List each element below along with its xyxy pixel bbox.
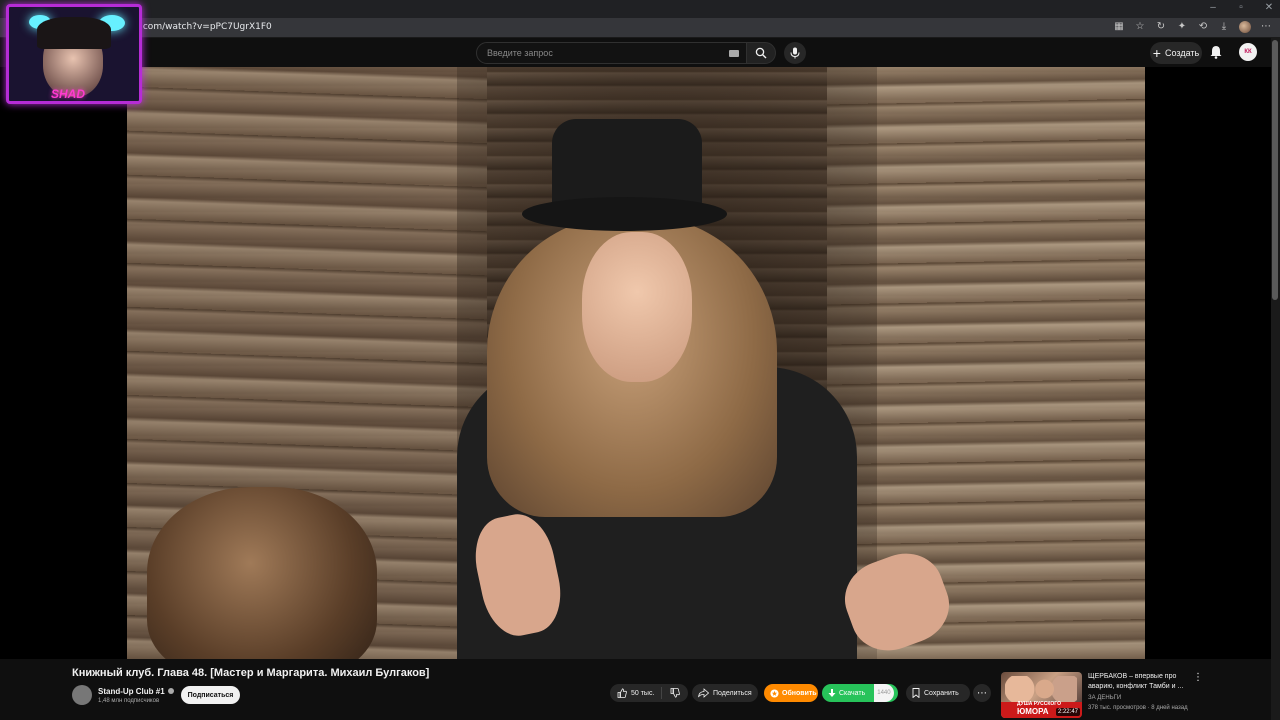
verified-icon xyxy=(167,688,174,694)
skull-prop xyxy=(147,487,377,659)
bookmark-icon xyxy=(912,688,920,698)
update-star-icon xyxy=(770,688,779,698)
recommendation-title[interactable]: ЩЕРБАКОВ – впервые про аварию, конфликт … xyxy=(1088,672,1190,692)
like-count: 50 тыс. xyxy=(631,689,655,697)
close-window-button[interactable]: ✕ xyxy=(1264,2,1274,13)
person-face xyxy=(582,232,692,382)
search-button[interactable] xyxy=(746,42,776,64)
more-icon: ⋯ xyxy=(977,687,987,699)
plus-icon: + xyxy=(1152,45,1161,61)
save-button[interactable]: Сохранить xyxy=(906,684,970,702)
thumbs-down-icon xyxy=(670,688,680,698)
subscribe-button[interactable]: Подписаться xyxy=(181,686,240,704)
share-button[interactable]: Поделиться xyxy=(692,684,758,702)
thumbnail-caption-line2: ЮМОРА xyxy=(1017,707,1049,716)
refresh-icon[interactable]: ↻ xyxy=(1155,21,1167,33)
scrollbar-thumb[interactable] xyxy=(1272,40,1278,300)
streamer-logo: SHAD xyxy=(51,87,86,101)
video-info-panel: Книжный клуб. Глава 48. [Мастер и Маргар… xyxy=(0,659,1271,720)
window-controls: – ▫ ✕ xyxy=(1208,2,1274,13)
download-count: 1440 xyxy=(874,684,894,702)
hat-brim xyxy=(522,197,727,231)
channel-name[interactable]: Stand-Up Club #1 xyxy=(98,687,165,696)
video-title: Книжный клуб. Глава 48. [Мастер и Маргар… xyxy=(72,667,430,679)
notifications-button[interactable] xyxy=(1210,45,1222,59)
user-avatar[interactable]: КК xyxy=(1239,43,1257,61)
dislike-button[interactable] xyxy=(662,688,688,698)
recommendation-channel[interactable]: ЗА ДЕНЬГИ xyxy=(1088,695,1121,701)
update-label: Обновить xyxy=(782,689,817,697)
recommendation-thumbnail[interactable]: ДУША РУССКОГО ЮМОРА 2:22:47 xyxy=(1001,672,1082,718)
download-label: Скачать xyxy=(839,689,866,697)
video-frame[interactable] xyxy=(127,67,1145,659)
site-header: Введите запрос + Создать КК xyxy=(0,38,1280,67)
streamer-hair xyxy=(37,17,111,49)
address-bar[interactable]: .com/watch?v=pPC7UgrX1F0 ▦ ☆ ↻ ✦ ⟲ ⤓ ⋯ xyxy=(0,18,1280,38)
history-icon[interactable]: ⟲ xyxy=(1197,21,1209,33)
search-placeholder: Введите запрос xyxy=(487,48,553,58)
profile-avatar[interactable] xyxy=(1239,21,1251,33)
channel-avatar[interactable] xyxy=(72,685,92,705)
like-button[interactable]: 50 тыс. xyxy=(610,687,662,699)
webcam-overlay: SHAD xyxy=(6,4,142,104)
more-actions-button[interactable]: ⋯ xyxy=(973,684,991,702)
browser-toolbar-icons: ▦ ☆ ↻ ✦ ⟲ ⤓ ⋯ xyxy=(1113,21,1272,33)
channel-name-row[interactable]: Stand-Up Club #1 xyxy=(98,687,174,696)
thumbnail-faces xyxy=(1005,676,1077,702)
menu-icon[interactable]: ⋯ xyxy=(1260,21,1272,33)
extension-icon[interactable]: ✦ xyxy=(1176,21,1188,33)
recommendation-menu-button[interactable]: ⋮ xyxy=(1193,672,1203,683)
share-label: Поделиться xyxy=(713,689,752,697)
download-icon[interactable]: ⤓ xyxy=(1218,21,1230,33)
recommendation-meta: 378 тыс. просмотров · 8 дней назад xyxy=(1088,705,1188,711)
microphone-icon xyxy=(790,47,800,59)
subscriber-count: 1,48 млн подписчиков xyxy=(98,698,160,704)
download-button[interactable]: Скачать 1440 xyxy=(822,684,898,702)
keyboard-icon[interactable] xyxy=(729,50,739,57)
browser-titlebar: – ▫ ✕ xyxy=(0,0,1280,18)
star-icon[interactable]: ☆ xyxy=(1134,21,1146,33)
minimize-button[interactable]: – xyxy=(1208,2,1218,13)
download-arrow-icon xyxy=(828,688,836,697)
voice-search-button[interactable] xyxy=(784,42,806,64)
thumbs-up-icon xyxy=(617,688,627,698)
share-icon xyxy=(698,688,709,698)
apps-icon[interactable]: ▦ xyxy=(1113,21,1125,33)
save-label: Сохранить xyxy=(924,689,959,697)
video-player[interactable] xyxy=(0,67,1271,659)
search-input[interactable]: Введите запрос xyxy=(476,42,748,64)
url-text[interactable]: .com/watch?v=pPC7UgrX1F0 xyxy=(140,22,272,32)
bell-icon xyxy=(1210,46,1222,59)
update-button[interactable]: Обновить xyxy=(764,684,818,702)
create-button[interactable]: + Создать xyxy=(1150,42,1202,64)
like-dislike-group: 50 тыс. xyxy=(610,684,688,702)
video-duration: 2:22:47 xyxy=(1055,708,1080,716)
create-label: Создать xyxy=(1164,48,1200,58)
maximize-button[interactable]: ▫ xyxy=(1236,2,1246,13)
search-icon xyxy=(755,47,767,59)
